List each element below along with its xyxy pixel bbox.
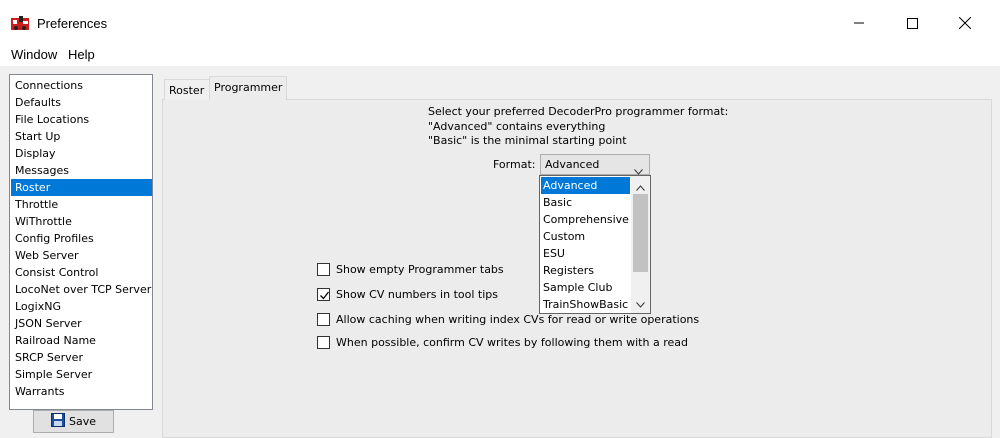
format-description-line-1: Select your preferred DecoderPro program… xyxy=(428,105,729,118)
menu-bar: Window Help xyxy=(0,44,1000,66)
format-option-sample-club[interactable]: Sample Club xyxy=(541,279,630,296)
category-item-loconet-tcp-server[interactable]: LocoNet over TCP Server xyxy=(11,281,152,298)
category-item-roster[interactable]: Roster xyxy=(11,179,152,196)
format-select[interactable]: Advanced xyxy=(540,154,650,175)
save-button-label: Save xyxy=(68,415,96,428)
format-option-advanced[interactable]: Advanced xyxy=(541,177,630,194)
category-item-start-up[interactable]: Start Up xyxy=(11,128,152,145)
minimize-button[interactable] xyxy=(836,8,882,38)
tab-programmer[interactable]: Programmer xyxy=(209,76,287,100)
category-item-warrants[interactable]: Warrants xyxy=(11,383,152,400)
format-option-basic[interactable]: Basic xyxy=(541,194,630,211)
format-option-registers[interactable]: Registers xyxy=(541,262,630,279)
format-dropdown-list[interactable]: Advanced Basic Comprehensive Custom ESU … xyxy=(539,175,651,314)
category-item-logixng[interactable]: LogixNG xyxy=(11,298,152,315)
category-item-display[interactable]: Display xyxy=(11,145,152,162)
menu-window[interactable]: Window xyxy=(11,47,57,62)
category-item-throttle[interactable]: Throttle xyxy=(11,196,152,213)
category-item-messages[interactable]: Messages xyxy=(11,162,152,179)
maximize-icon xyxy=(906,17,918,29)
format-option-custom[interactable]: Custom xyxy=(541,228,630,245)
category-item-defaults[interactable]: Defaults xyxy=(11,94,152,111)
category-item-connections[interactable]: Connections xyxy=(11,77,152,94)
close-icon xyxy=(959,17,971,29)
category-item-config-profiles[interactable]: Config Profiles xyxy=(11,230,152,247)
save-button[interactable]: Save xyxy=(33,410,114,433)
show-cv-numbers-checkbox[interactable] xyxy=(317,287,330,301)
app-logo-icon xyxy=(11,16,29,30)
show-empty-tabs-label: Show empty Programmer tabs xyxy=(336,262,504,276)
scroll-down-arrow-icon[interactable] xyxy=(636,298,645,311)
floppy-disk-icon xyxy=(50,413,65,430)
checkbox-row-show-empty-tabs[interactable]: Show empty Programmer tabs xyxy=(317,261,504,277)
category-item-file-locations[interactable]: File Locations xyxy=(11,111,152,128)
confirm-cv-writes-label: When possible, confirm CV writes by foll… xyxy=(336,335,688,349)
preferences-content: Connections Defaults File Locations Star… xyxy=(0,66,1000,438)
format-description-line-3: "Basic" is the minimal starting point xyxy=(428,134,627,147)
tab-roster[interactable]: Roster xyxy=(164,79,210,100)
scroll-up-arrow-icon[interactable] xyxy=(636,181,645,194)
category-item-consist-control[interactable]: Consist Control xyxy=(11,264,152,281)
category-item-srcp-server[interactable]: SRCP Server xyxy=(11,349,152,366)
checkmark-icon xyxy=(320,291,330,299)
checkbox-row-show-cv-numbers[interactable]: Show CV numbers in tool tips xyxy=(317,286,498,302)
maximize-button[interactable] xyxy=(889,8,935,38)
format-description-line-2: "Advanced" contains everything xyxy=(428,120,606,133)
allow-caching-checkbox[interactable] xyxy=(317,312,330,326)
confirm-cv-writes-checkbox[interactable] xyxy=(317,335,330,349)
show-empty-tabs-checkbox[interactable] xyxy=(317,262,330,276)
scrollbar-thumb[interactable] xyxy=(633,194,648,272)
category-item-json-server[interactable]: JSON Server xyxy=(11,315,152,332)
window-title: Preferences xyxy=(37,16,108,31)
show-cv-numbers-label: Show CV numbers in tool tips xyxy=(336,287,498,301)
category-item-simple-server[interactable]: Simple Server xyxy=(11,366,152,383)
format-label: Format: xyxy=(493,158,536,171)
checkbox-row-confirm-cv-writes[interactable]: When possible, confirm CV writes by foll… xyxy=(317,334,688,350)
close-button[interactable] xyxy=(942,8,988,38)
format-option-comprehensive[interactable]: Comprehensive xyxy=(541,211,630,228)
category-list[interactable]: Connections Defaults File Locations Star… xyxy=(9,74,153,410)
format-option-esu[interactable]: ESU xyxy=(541,245,630,262)
category-item-withrottle[interactable]: WiThrottle xyxy=(11,213,152,230)
category-item-railroad-name[interactable]: Railroad Name xyxy=(11,332,152,349)
format-select-value: Advanced xyxy=(545,158,600,171)
allow-caching-label: Allow caching when writing index CVs for… xyxy=(336,312,700,326)
dropdown-scrollbar[interactable] xyxy=(631,176,650,313)
checkbox-row-allow-caching[interactable]: Allow caching when writing index CVs for… xyxy=(317,311,699,327)
title-bar: Preferences xyxy=(0,0,1000,44)
minimize-icon xyxy=(854,18,864,28)
category-item-web-server[interactable]: Web Server xyxy=(11,247,152,264)
menu-help[interactable]: Help xyxy=(68,47,95,62)
